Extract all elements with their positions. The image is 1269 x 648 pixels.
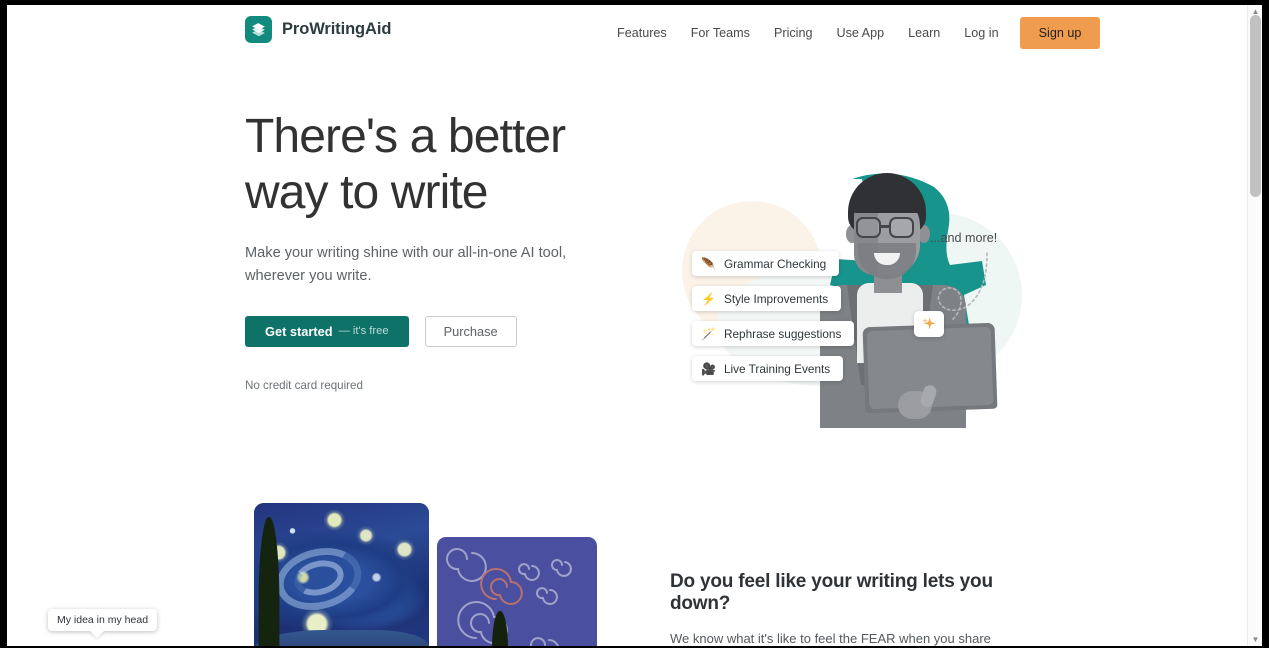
doodle-card: [437, 537, 597, 646]
get-started-label: Get started: [265, 323, 333, 339]
site-header: ProWritingAid Features For Teams Pricing…: [7, 5, 1247, 61]
get-started-note: — it's free: [338, 325, 389, 338]
nav-use-app[interactable]: Use App: [824, 18, 896, 48]
page-content: ProWritingAid Features For Teams Pricing…: [7, 5, 1247, 646]
hero-title-line1: There's a better: [245, 110, 566, 163]
browser-window: ProWritingAid Features For Teams Pricing…: [0, 0, 1269, 648]
nav-pricing[interactable]: Pricing: [762, 18, 825, 48]
hero-title-line2: way to write: [245, 166, 489, 220]
feature-pill-style-improvements: ⚡ Style Improvements: [692, 286, 842, 311]
magic-wand-icon: 🪄: [701, 326, 716, 341]
vertical-scrollbar[interactable]: ▲ ▼: [1247, 5, 1262, 646]
feature-pill-label: Grammar Checking: [723, 256, 827, 271]
book-stack-icon: [245, 16, 272, 43]
and-more-label: ...and more!: [930, 231, 998, 245]
glasses-bridge: [881, 225, 889, 228]
starry-night-image: [254, 503, 429, 646]
lightning-bolt-icon: ⚡: [701, 291, 716, 306]
image-caption-tooltip: My idea in my head: [48, 609, 158, 631]
nav-features[interactable]: Features: [605, 18, 679, 48]
web-page: ProWritingAid Features For Teams Pricing…: [7, 5, 1262, 646]
get-started-button[interactable]: Get started — it's free: [245, 315, 409, 347]
hero-section: There's a better way to write Make your …: [7, 61, 1247, 481]
brand-name: ProWritingAid: [282, 20, 392, 38]
purchase-button[interactable]: Purchase: [424, 315, 517, 347]
feature-pill-grammar-checking: 🪶 Grammar Checking: [692, 251, 840, 276]
feature-pill-rephrase-suggestions: 🪄 Rephrase suggestions: [692, 321, 855, 346]
glasses-lens-right: [889, 217, 914, 238]
person-fringe: [850, 187, 924, 213]
page-title: There's a better way to write: [245, 109, 625, 221]
scrollbar-thumb[interactable]: [1250, 15, 1261, 197]
glasses-icon: [856, 217, 881, 238]
hero-subtitle: Make your writing shine with our all-in-…: [245, 245, 567, 284]
feature-pill-label: Rephrase suggestions: [723, 326, 842, 341]
hero-illustration: 🪶 Grammar Checking ⚡ Style Improvements …: [662, 101, 1062, 461]
feature-pill-label: Style Improvements: [723, 291, 829, 306]
brand-logo[interactable]: ProWritingAid: [245, 16, 391, 43]
hero-cta-row: Get started — it's free Purchase: [245, 315, 625, 347]
feather-icon: 🪶: [701, 256, 716, 271]
nav-for-teams[interactable]: For Teams: [679, 18, 762, 48]
hero-copy: There's a better way to write Make your …: [245, 109, 625, 392]
nav-learn[interactable]: Learn: [896, 18, 952, 48]
main-navigation: Features For Teams Pricing Use App Learn…: [605, 17, 1101, 49]
feature-pill-list: 🪶 Grammar Checking ⚡ Style Improvements …: [692, 251, 855, 381]
nav-log-in[interactable]: Log in: [952, 18, 1010, 48]
section-title: Do you feel like your writing lets you d…: [670, 571, 993, 614]
feature-pill-live-training-events: 🎥 Live Training Events: [692, 356, 844, 381]
video-camera-icon: 🎥: [701, 361, 716, 376]
scroll-down-arrow-icon[interactable]: ▼: [1251, 635, 1260, 644]
section-copy: Do you feel like your writing lets you d…: [670, 571, 1015, 646]
sign-up-button[interactable]: Sign up: [1019, 17, 1101, 49]
writing-lets-you-down-section: My idea in my head Do you feel like your…: [7, 493, 1247, 646]
section-body: We know what it's like to feel the FEAR …: [670, 631, 991, 646]
curved-arrow-icon: [937, 252, 988, 322]
no-credit-card-note: No credit card required: [245, 378, 363, 392]
feature-pill-label: Live Training Events: [723, 361, 831, 376]
